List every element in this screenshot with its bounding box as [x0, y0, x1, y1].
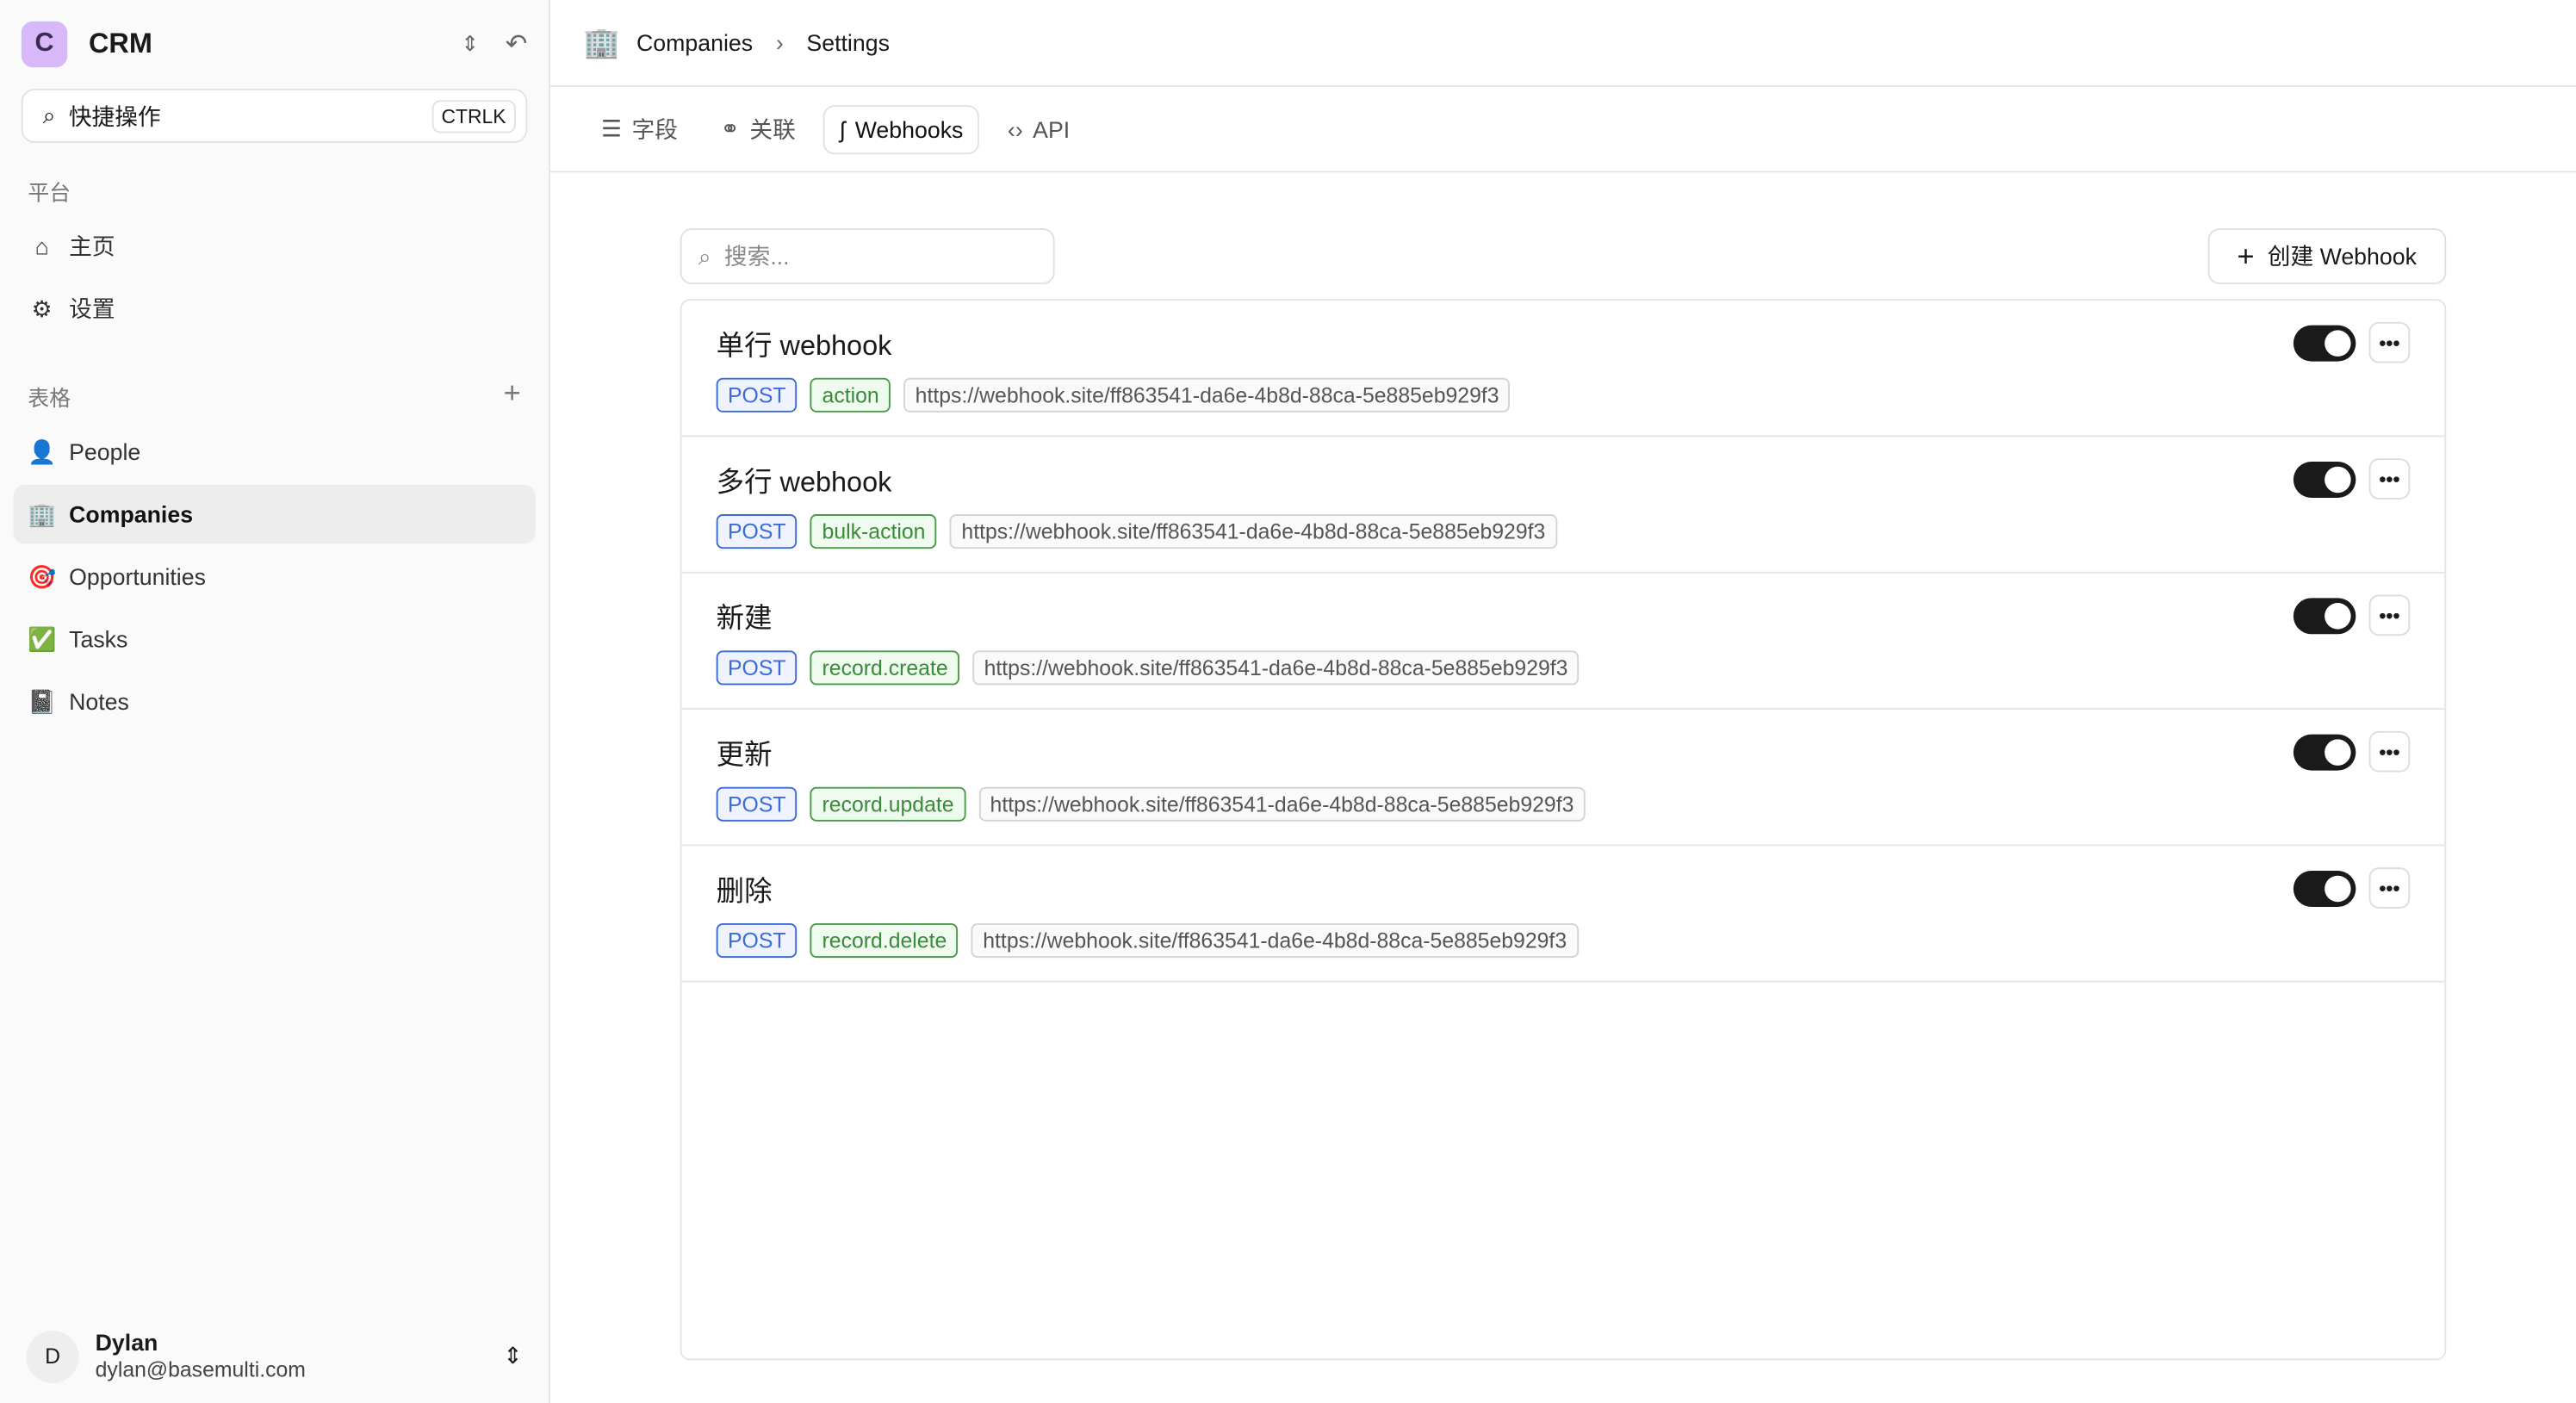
webhook-name: 多行 webhook — [716, 466, 892, 498]
breadcrumb-companies[interactable]: Companies — [636, 29, 753, 56]
tab-icon: ‹› — [1007, 115, 1023, 142]
url-badge: https://webhook.site/ff863541-da6e-4b8d-… — [972, 650, 1580, 686]
chevron-up-down-icon[interactable]: ⇕ — [461, 31, 479, 58]
sidebar-item-companies[interactable]: 🏢 Companies — [13, 484, 536, 544]
tab-api[interactable]: ‹› API — [993, 106, 1085, 152]
plus-icon: + — [2237, 239, 2255, 272]
webhook-row: 删除 POST record.delete https://webhook.site/… — [681, 846, 2445, 983]
chevron-up-down-icon[interactable]: ⇕ — [503, 1342, 522, 1369]
building-icon: 🏢 — [583, 25, 620, 59]
webhook-row: 更新 POST record.update https://webhook.site/… — [681, 710, 2445, 847]
workspace-logo: C — [21, 21, 68, 68]
avatar: D — [26, 1330, 79, 1383]
create-webhook-label: 创建 Webhook — [2267, 243, 2417, 270]
tab-icon: ☰ — [601, 115, 623, 142]
tab-label: 字段 — [631, 115, 678, 142]
webhook-row: 单行 webhook POST action https://webhook.site… — [681, 301, 2445, 438]
search-input[interactable]: ⌕ 搜索... — [680, 228, 1055, 284]
sidebar-item-label: Tasks — [69, 625, 128, 653]
sidebar-item-label: Companies — [69, 500, 194, 528]
webhook-name: 更新 — [716, 739, 773, 771]
search-icon: ⌕ — [698, 242, 711, 269]
sidebar-item-label: 主页 — [69, 233, 115, 260]
url-badge: https://webhook.site/ff863541-da6e-4b8d-… — [978, 786, 1586, 822]
sidebar-item-people[interactable]: 👤 People — [13, 422, 536, 481]
tab-label: 关联 — [749, 115, 796, 142]
more-options-button[interactable]: ••• — [2368, 458, 2411, 500]
sidebar-item-label: Notes — [69, 688, 129, 715]
webhook-name: 单行 webhook — [716, 330, 892, 362]
section-platform: 平台 — [28, 180, 71, 206]
tab-关联[interactable]: ⚭ 关联 — [705, 102, 810, 155]
webhook-list: 单行 webhook POST action https://webhook.site… — [680, 299, 2447, 1361]
workspace-name: CRM — [89, 28, 152, 59]
user-email: dylan@basemulti.com — [95, 1356, 306, 1382]
webhook-row: 新建 POST record.create https://webhook.site/… — [681, 574, 2445, 711]
sidebar-item-1[interactable]: ⚙ 设置 — [13, 279, 536, 338]
user-menu[interactable]: D Dylan dylan@basemulti.com ⇕ — [26, 1329, 523, 1383]
chevron-right-icon: › — [775, 29, 784, 56]
more-options-button[interactable]: ••• — [2368, 321, 2411, 363]
url-badge: https://webhook.site/ff863541-da6e-4b8d-… — [971, 923, 1579, 959]
tasks-icon: ✅ — [28, 624, 57, 652]
tab-icon: ʃ — [840, 115, 846, 142]
section-tables: 表格 — [28, 386, 71, 411]
tab-字段[interactable]: ☰ 字段 — [587, 102, 692, 155]
event-badge: record.update — [810, 786, 965, 822]
shortcut-hint: CTRLK — [431, 99, 516, 133]
tab-webhooks[interactable]: ʃ Webhooks — [823, 104, 980, 154]
people-icon: 👤 — [28, 438, 57, 464]
quick-actions-button[interactable]: ⌕ 快捷操作 CTRLK — [21, 89, 528, 143]
method-badge: POST — [716, 514, 798, 549]
companies-icon: 🏢 — [28, 500, 57, 527]
gear-icon: ⚙ — [31, 295, 53, 321]
breadcrumb-settings: Settings — [806, 29, 890, 56]
enabled-toggle[interactable] — [2293, 461, 2356, 498]
sidebar-item-notes[interactable]: 📓 Notes — [13, 672, 536, 731]
sidebar-item-label: 设置 — [69, 295, 115, 322]
url-badge: https://webhook.site/ff863541-da6e-4b8d-… — [950, 514, 1557, 549]
notes-icon: 📓 — [28, 687, 57, 714]
tab-icon: ⚭ — [720, 115, 740, 142]
event-badge: action — [810, 377, 891, 413]
tab-label: Webhooks — [854, 115, 964, 142]
enabled-toggle[interactable] — [2293, 870, 2356, 906]
undo-icon[interactable]: ↶ — [506, 28, 528, 60]
url-badge: https://webhook.site/ff863541-da6e-4b8d-… — [903, 377, 1511, 413]
sidebar-item-tasks[interactable]: ✅ Tasks — [13, 610, 536, 669]
webhook-row: 多行 webhook POST bulk-action https://webhook… — [681, 437, 2445, 574]
event-badge: record.create — [810, 650, 959, 686]
sidebar-item-opportunities[interactable]: 🎯 Opportunities — [13, 547, 536, 606]
sidebar-item-label: People — [69, 438, 141, 465]
create-webhook-button[interactable]: + 创建 Webhook — [2207, 228, 2447, 284]
method-badge: POST — [716, 650, 798, 686]
user-name: Dylan — [95, 1329, 158, 1356]
more-options-button[interactable]: ••• — [2368, 867, 2411, 909]
more-options-button[interactable]: ••• — [2368, 730, 2411, 773]
enabled-toggle[interactable] — [2293, 324, 2356, 361]
quick-actions-label: 快捷操作 — [68, 102, 161, 129]
search-icon: ⌕ — [42, 102, 56, 128]
tabs: ☰ 字段 ⚭ 关联 ʃ Webhooks ‹› API — [550, 87, 2576, 173]
sidebar-item-0[interactable]: ⌂ 主页 — [13, 217, 536, 276]
sidebar: C CRM ⇕ ↶ ⌕ 快捷操作 CTRLK 平台 ⌂ 主页 ⚙ 设置 表格 + 👤 Pe… — [0, 0, 551, 1403]
search-placeholder: 搜索... — [723, 243, 790, 270]
home-icon: ⌂ — [34, 233, 49, 260]
breadcrumb: 🏢 Companies › Settings — [550, 0, 2576, 88]
event-badge: record.delete — [810, 923, 959, 959]
event-badge: bulk-action — [810, 514, 937, 549]
enabled-toggle[interactable] — [2293, 597, 2356, 634]
method-badge: POST — [716, 786, 798, 822]
webhook-name: 删除 — [716, 875, 773, 907]
webhook-name: 新建 — [716, 603, 773, 635]
method-badge: POST — [716, 923, 798, 959]
tab-label: API — [1033, 115, 1071, 142]
workspace-switcher[interactable]: C CRM ⇕ ↶ — [13, 0, 536, 89]
sidebar-item-label: Opportunities — [69, 563, 206, 590]
more-options-button[interactable]: ••• — [2368, 594, 2411, 636]
enabled-toggle[interactable] — [2293, 733, 2356, 770]
opportunities-icon: 🎯 — [28, 562, 57, 589]
method-badge: POST — [716, 377, 798, 413]
add-table-icon[interactable]: + — [504, 378, 521, 413]
